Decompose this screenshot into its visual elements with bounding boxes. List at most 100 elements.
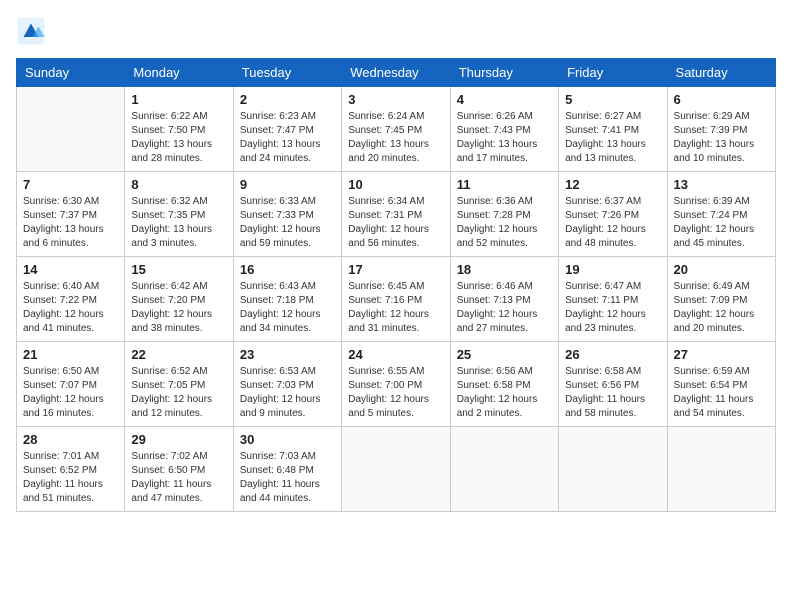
day-info: Sunrise: 6:30 AM Sunset: 7:37 PM Dayligh… [23,195,118,251]
day-number: 26 [565,347,660,362]
calendar-day-cell: 10 Sunrise: 6:34 AM Sunset: 7:31 PM Dayli… [342,172,450,257]
day-number: 9 [240,177,335,192]
day-info: Sunrise: 6:43 AM Sunset: 7:18 PM Dayligh… [240,280,335,336]
calendar-day-cell: 28 Sunrise: 7:01 AM Sunset: 6:52 PM Dayli… [17,427,125,512]
day-info: Sunrise: 6:23 AM Sunset: 7:47 PM Dayligh… [240,110,335,166]
day-number: 4 [457,92,552,107]
day-number: 8 [131,177,226,192]
calendar-day-cell [450,427,558,512]
calendar-day-cell: 18 Sunrise: 6:46 AM Sunset: 7:13 PM Dayli… [450,257,558,342]
calendar-day-cell: 24 Sunrise: 6:55 AM Sunset: 7:00 PM Dayli… [342,342,450,427]
day-info: Sunrise: 6:37 AM Sunset: 7:26 PM Dayligh… [565,195,660,251]
day-number: 3 [348,92,443,107]
day-number: 24 [348,347,443,362]
day-info: Sunrise: 7:01 AM Sunset: 6:52 PM Dayligh… [23,450,118,506]
day-number: 27 [674,347,769,362]
day-number: 15 [131,262,226,277]
calendar-week-row: 28 Sunrise: 7:01 AM Sunset: 6:52 PM Dayli… [17,427,776,512]
calendar-day-cell: 8 Sunrise: 6:32 AM Sunset: 7:35 PM Daylig… [125,172,233,257]
day-number: 16 [240,262,335,277]
calendar-day-cell: 3 Sunrise: 6:24 AM Sunset: 7:45 PM Daylig… [342,87,450,172]
calendar-day-cell [342,427,450,512]
calendar-day-cell: 27 Sunrise: 6:59 AM Sunset: 6:54 PM Dayli… [667,342,775,427]
day-of-week-header: Thursday [450,59,558,87]
day-info: Sunrise: 6:34 AM Sunset: 7:31 PM Dayligh… [348,195,443,251]
calendar-header-row: SundayMondayTuesdayWednesdayThursdayFrid… [17,59,776,87]
day-info: Sunrise: 6:59 AM Sunset: 6:54 PM Dayligh… [674,365,769,421]
day-info: Sunrise: 6:50 AM Sunset: 7:07 PM Dayligh… [23,365,118,421]
calendar-week-row: 14Sunrise: 6:40 AM Sunset: 7:22 PM Dayli… [17,257,776,342]
day-info: Sunrise: 7:02 AM Sunset: 6:50 PM Dayligh… [131,450,226,506]
calendar-day-cell: 17 Sunrise: 6:45 AM Sunset: 7:16 PM Dayli… [342,257,450,342]
day-number: 30 [240,432,335,447]
day-of-week-header: Monday [125,59,233,87]
day-number: 10 [348,177,443,192]
calendar-day-cell: 29 Sunrise: 7:02 AM Sunset: 6:50 PM Dayli… [125,427,233,512]
page-header [16,16,776,46]
day-info: Sunrise: 6:26 AM Sunset: 7:43 PM Dayligh… [457,110,552,166]
day-number: 7 [23,177,118,192]
day-info: Sunrise: 6:53 AM Sunset: 7:03 PM Dayligh… [240,365,335,421]
day-number: 17 [348,262,443,277]
day-info: Sunrise: 6:32 AM Sunset: 7:35 PM Dayligh… [131,195,226,251]
day-number: 18 [457,262,552,277]
calendar-day-cell: 4 Sunrise: 6:26 AM Sunset: 7:43 PM Daylig… [450,87,558,172]
day-info: Sunrise: 6:36 AM Sunset: 7:28 PM Dayligh… [457,195,552,251]
day-info: Sunrise: 7:03 AM Sunset: 6:48 PM Dayligh… [240,450,335,506]
day-number: 20 [674,262,769,277]
day-number: 28 [23,432,118,447]
calendar-week-row: 7 Sunrise: 6:30 AM Sunset: 7:37 PM Daylig… [17,172,776,257]
day-info: Sunrise: 6:46 AM Sunset: 7:13 PM Dayligh… [457,280,552,336]
day-info: Sunrise: 6:52 AM Sunset: 7:05 PM Dayligh… [131,365,226,421]
calendar-day-cell: 19Sunrise: 6:47 AM Sunset: 7:11 PM Dayli… [559,257,667,342]
day-number: 23 [240,347,335,362]
day-info: Sunrise: 6:29 AM Sunset: 7:39 PM Dayligh… [674,110,769,166]
day-number: 14 [23,262,118,277]
logo [16,16,50,46]
calendar-day-cell: 23 Sunrise: 6:53 AM Sunset: 7:03 PM Dayli… [233,342,341,427]
calendar-day-cell: 12 Sunrise: 6:37 AM Sunset: 7:26 PM Dayli… [559,172,667,257]
calendar-day-cell: 14Sunrise: 6:40 AM Sunset: 7:22 PM Dayli… [17,257,125,342]
calendar-day-cell: 15 Sunrise: 6:42 AM Sunset: 7:20 PM Dayli… [125,257,233,342]
day-of-week-header: Tuesday [233,59,341,87]
day-info: Sunrise: 6:33 AM Sunset: 7:33 PM Dayligh… [240,195,335,251]
day-of-week-header: Friday [559,59,667,87]
day-number: 6 [674,92,769,107]
calendar-table: SundayMondayTuesdayWednesdayThursdayFrid… [16,58,776,512]
calendar-day-cell: 2 Sunrise: 6:23 AM Sunset: 7:47 PM Daylig… [233,87,341,172]
calendar-day-cell: 22Sunrise: 6:52 AM Sunset: 7:05 PM Dayli… [125,342,233,427]
calendar-day-cell: 6 Sunrise: 6:29 AM Sunset: 7:39 PM Daylig… [667,87,775,172]
calendar-day-cell: 11 Sunrise: 6:36 AM Sunset: 7:28 PM Dayli… [450,172,558,257]
day-of-week-header: Sunday [17,59,125,87]
calendar-day-cell: 26Sunrise: 6:58 AM Sunset: 6:56 PM Dayli… [559,342,667,427]
day-number: 13 [674,177,769,192]
calendar-day-cell: 21 Sunrise: 6:50 AM Sunset: 7:07 PM Dayli… [17,342,125,427]
calendar-day-cell: 7 Sunrise: 6:30 AM Sunset: 7:37 PM Daylig… [17,172,125,257]
day-number: 2 [240,92,335,107]
day-info: Sunrise: 6:27 AM Sunset: 7:41 PM Dayligh… [565,110,660,166]
day-info: Sunrise: 6:49 AM Sunset: 7:09 PM Dayligh… [674,280,769,336]
day-number: 21 [23,347,118,362]
calendar-day-cell: 1Sunrise: 6:22 AM Sunset: 7:50 PM Daylig… [125,87,233,172]
day-info: Sunrise: 6:24 AM Sunset: 7:45 PM Dayligh… [348,110,443,166]
calendar-day-cell: 13 Sunrise: 6:39 AM Sunset: 7:24 PM Dayli… [667,172,775,257]
calendar-day-cell: 9 Sunrise: 6:33 AM Sunset: 7:33 PM Daylig… [233,172,341,257]
day-number: 11 [457,177,552,192]
day-info: Sunrise: 6:55 AM Sunset: 7:00 PM Dayligh… [348,365,443,421]
calendar-week-row: 1Sunrise: 6:22 AM Sunset: 7:50 PM Daylig… [17,87,776,172]
calendar-day-cell: 30 Sunrise: 7:03 AM Sunset: 6:48 PM Dayli… [233,427,341,512]
calendar-day-cell: 25Sunrise: 6:56 AM Sunset: 6:58 PM Dayli… [450,342,558,427]
day-number: 19 [565,262,660,277]
calendar-day-cell [667,427,775,512]
day-number: 29 [131,432,226,447]
day-info: Sunrise: 6:39 AM Sunset: 7:24 PM Dayligh… [674,195,769,251]
day-number: 12 [565,177,660,192]
day-number: 5 [565,92,660,107]
day-of-week-header: Saturday [667,59,775,87]
day-of-week-header: Wednesday [342,59,450,87]
day-info: Sunrise: 6:42 AM Sunset: 7:20 PM Dayligh… [131,280,226,336]
day-info: Sunrise: 6:45 AM Sunset: 7:16 PM Dayligh… [348,280,443,336]
day-info: Sunrise: 6:56 AM Sunset: 6:58 PM Dayligh… [457,365,552,421]
calendar-week-row: 21 Sunrise: 6:50 AM Sunset: 7:07 PM Dayli… [17,342,776,427]
calendar-day-cell [559,427,667,512]
